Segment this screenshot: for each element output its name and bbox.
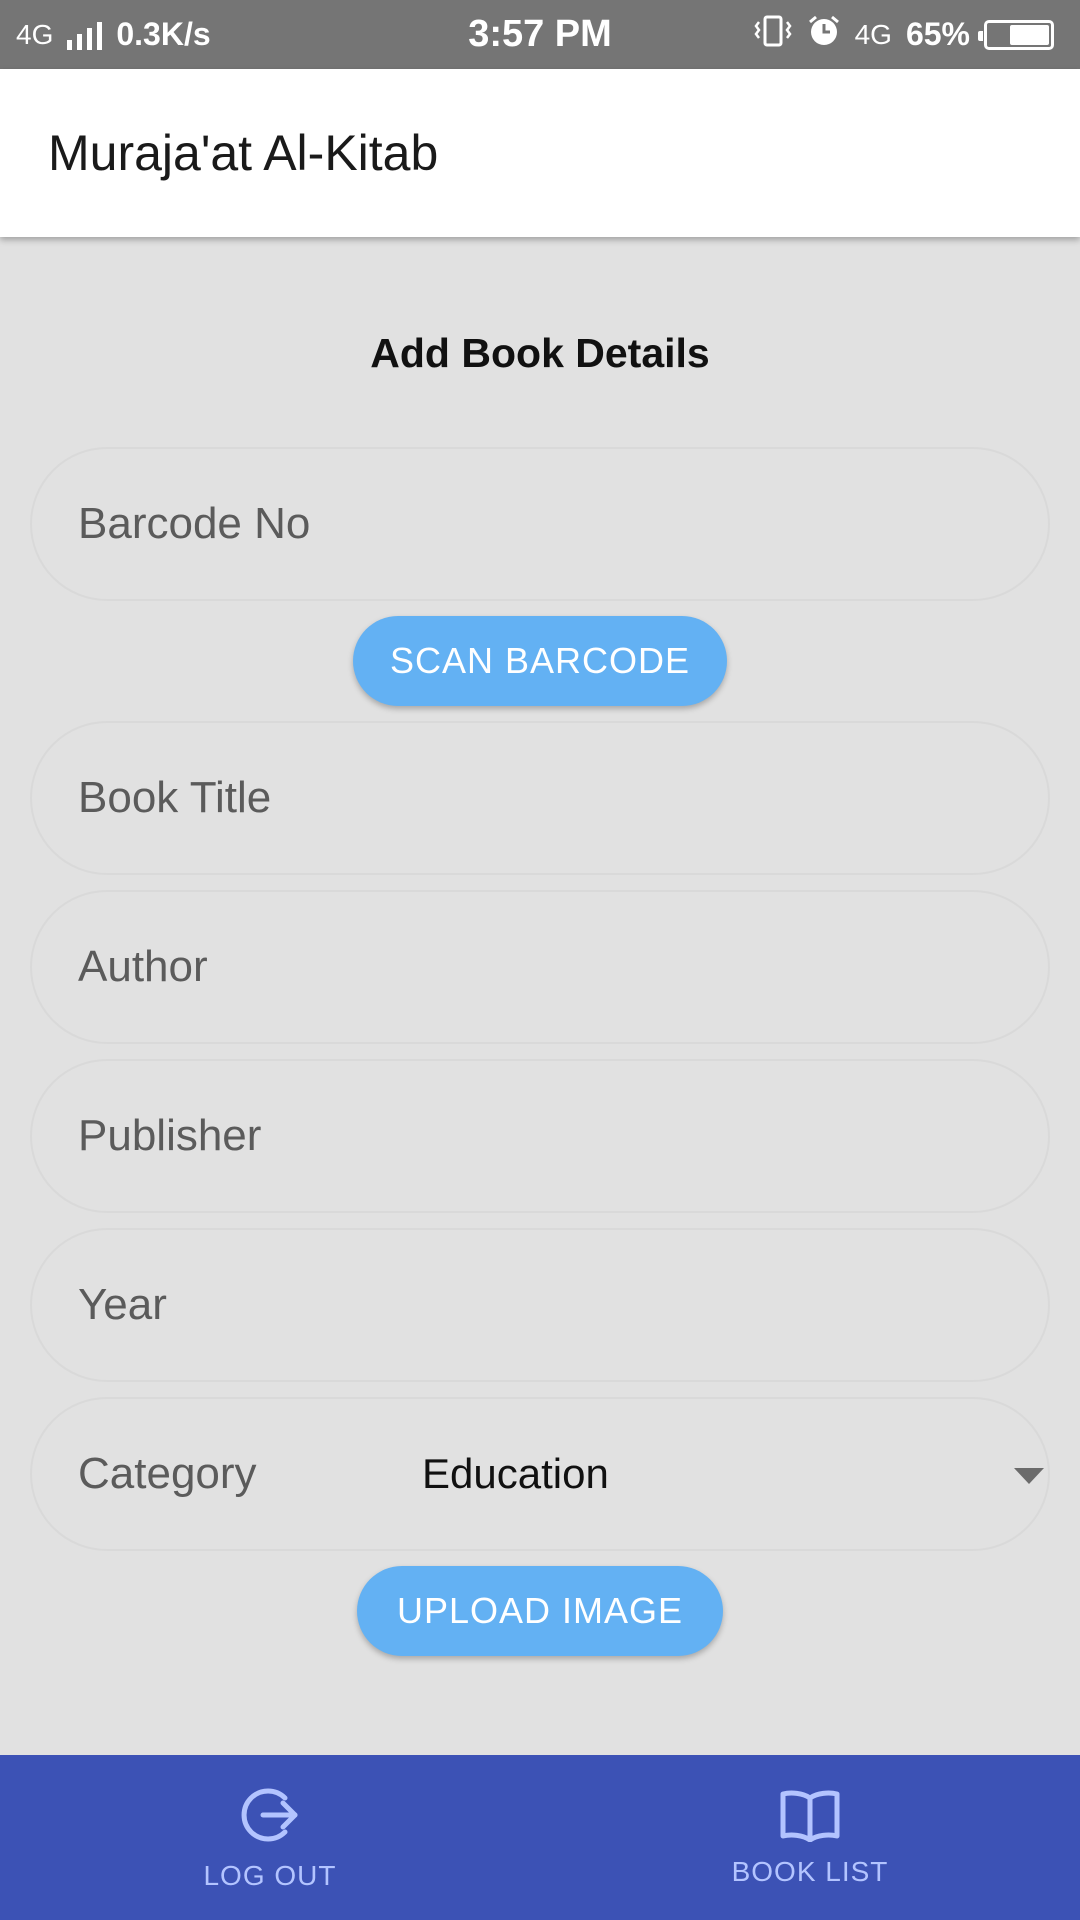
app-bar: Muraja'at Al-Kitab	[0, 69, 1080, 237]
logout-icon	[239, 1784, 301, 1846]
book-title-input[interactable]	[78, 773, 951, 823]
signal-icon	[67, 20, 103, 50]
author-input[interactable]	[78, 942, 951, 992]
author-field	[30, 890, 1050, 1044]
battery-icon	[978, 19, 1054, 50]
book-open-icon	[779, 1788, 841, 1842]
alarm-icon	[807, 14, 841, 56]
network-type-left: 4G	[16, 18, 54, 50]
barcode-field	[30, 447, 1050, 601]
battery-percent: 65%	[905, 16, 970, 52]
battery-fill	[1010, 24, 1049, 45]
form-heading: Add Book Details	[370, 330, 710, 376]
publisher-field	[30, 1059, 1050, 1213]
network-speed: 0.3K/s	[116, 16, 211, 52]
year-field	[30, 1228, 1050, 1382]
status-left: 4G 0.3K/s	[16, 16, 211, 53]
network-type-right: 4G	[854, 18, 892, 50]
status-right: 4G 65%	[753, 14, 1054, 56]
status-bar: 4G 0.3K/s 3:57 PM 4G 65%	[0, 0, 1080, 69]
screen: 4G 0.3K/s 3:57 PM 4G 65% Muraja'at Al-Ki…	[0, 0, 1080, 1920]
book-list-label: BOOK LIST	[731, 1855, 889, 1887]
bottom-nav: LOG OUT BOOK LIST	[0, 1755, 1080, 1920]
nav-book-list[interactable]: BOOK LIST	[540, 1755, 1080, 1920]
vibrate-icon	[753, 14, 793, 56]
scan-barcode-button[interactable]: SCAN BARCODE	[353, 616, 727, 706]
year-input[interactable]	[78, 1280, 951, 1330]
book-title-field	[30, 721, 1050, 875]
category-select[interactable]: Education	[422, 1450, 1048, 1498]
logout-label: LOG OUT	[203, 1859, 337, 1891]
upload-image-button[interactable]: UPLOAD IMAGE	[357, 1566, 723, 1656]
app-title: Muraja'at Al-Kitab	[48, 125, 439, 181]
publisher-input[interactable]	[78, 1111, 951, 1161]
nav-logout[interactable]: LOG OUT	[0, 1755, 540, 1920]
category-field: Category Education	[30, 1397, 1050, 1551]
barcode-input[interactable]	[78, 499, 951, 549]
category-label: Category	[78, 1449, 257, 1498]
dropdown-arrow-icon[interactable]	[1014, 1468, 1044, 1484]
